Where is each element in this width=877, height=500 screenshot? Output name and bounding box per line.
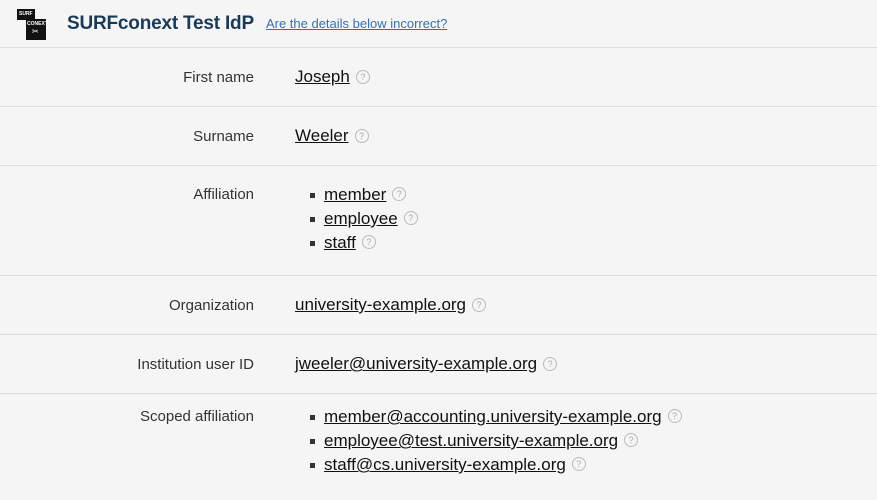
attribute-value: member? employee? staff? — [295, 183, 418, 275]
attribute-value: member@accounting.university-example.org… — [295, 405, 682, 500]
list-item: member@accounting.university-example.org… — [295, 405, 682, 429]
attribute-value: Weeler? — [295, 126, 369, 146]
affiliation-value[interactable]: staff — [324, 233, 356, 253]
affiliation-list: member? employee? staff? — [295, 183, 418, 255]
help-icon[interactable]: ? — [403, 211, 418, 225]
first-name-value[interactable]: Joseph — [295, 67, 350, 86]
help-icon[interactable]: ? — [472, 297, 487, 312]
attribute-label: Organization — [168, 296, 254, 314]
help-icon[interactable]: ? — [392, 187, 407, 201]
scoped-affiliation-value[interactable]: member@accounting.university-example.org — [324, 407, 662, 427]
attribute-value: Joseph? — [295, 67, 370, 87]
scoped-affiliation-list: member@accounting.university-example.org… — [295, 405, 682, 477]
surname-value[interactable]: Weeler — [295, 126, 349, 145]
attribute-row-surname: Surname Weeler? — [0, 107, 877, 166]
list-item: employee? — [295, 207, 418, 231]
organization-value[interactable]: university-example.org — [295, 295, 466, 314]
attribute-row-institution-user-id: Institution user ID jweeler@university-e… — [0, 335, 877, 394]
attribute-row-first-name: First name Joseph? — [0, 48, 877, 107]
attribute-row-organization: Organization university-example.org? — [0, 276, 877, 335]
attribute-label: Surname — [193, 127, 254, 145]
help-icon[interactable]: ? — [354, 128, 369, 143]
help-icon[interactable]: ? — [624, 433, 639, 447]
idp-title: SURFconext Test IdP — [67, 12, 254, 34]
attribute-label: Scoped affiliation — [140, 408, 254, 425]
idp-header: SURF CONEXT ✂ SURFconext Test IdP Are the… — [0, 0, 877, 48]
scoped-affiliation-value[interactable]: employee@test.university-example.org — [324, 431, 618, 451]
affiliation-value[interactable]: employee — [324, 209, 398, 229]
attribute-row-affiliation: Affiliation member? employee? staff? — [0, 166, 877, 276]
help-icon[interactable]: ? — [543, 356, 558, 371]
attribute-label: Affiliation — [193, 186, 254, 203]
attribute-row-scoped-affiliation: Scoped affiliation member@accounting.uni… — [0, 394, 877, 500]
list-item: staff@cs.university-example.org? — [295, 453, 682, 477]
list-item: member? — [295, 183, 418, 207]
help-icon[interactable]: ? — [361, 235, 376, 249]
attribute-label: Institution user ID — [137, 355, 254, 373]
list-item: staff? — [295, 231, 418, 255]
attribute-value: university-example.org? — [295, 295, 487, 315]
institution-user-id-value[interactable]: jweeler@university-example.org — [295, 354, 537, 373]
incorrect-details-link[interactable]: Are the details below incorrect? — [266, 16, 447, 31]
scoped-affiliation-value[interactable]: staff@cs.university-example.org — [324, 455, 566, 475]
surfconext-logo: SURF CONEXT ✂ — [17, 8, 57, 40]
attribute-label: First name — [183, 68, 254, 86]
list-item: employee@test.university-example.org? — [295, 429, 682, 453]
attribute-value: jweeler@university-example.org? — [295, 354, 558, 374]
help-icon[interactable]: ? — [355, 69, 370, 84]
help-icon[interactable]: ? — [571, 457, 586, 471]
help-icon[interactable]: ? — [667, 409, 682, 423]
affiliation-value[interactable]: member — [324, 185, 386, 205]
